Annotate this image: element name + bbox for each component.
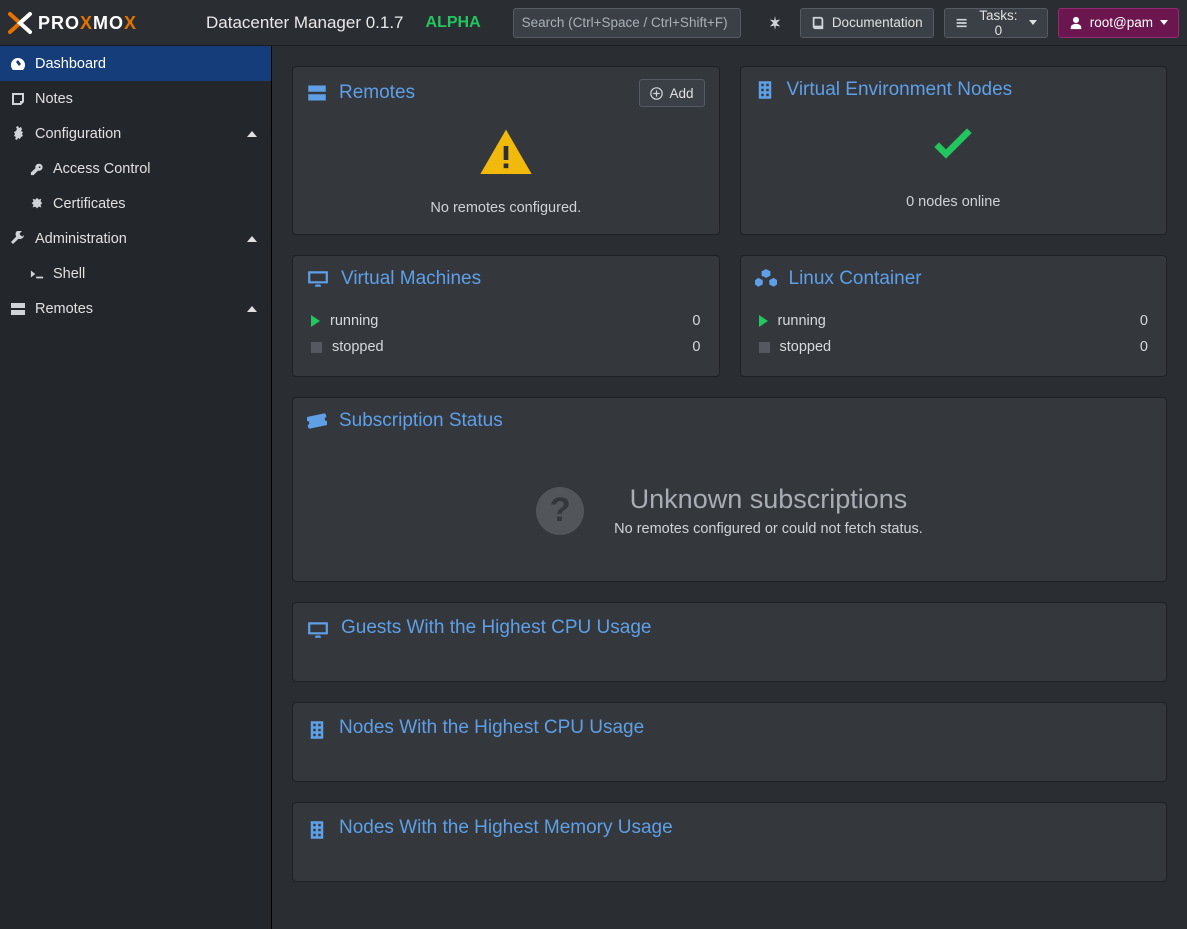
theme-icon-button[interactable] — [761, 8, 790, 38]
panel-virtual-machines: Virtual Machines running 0 stopped 0 — [292, 255, 720, 377]
sidebar-item-shell[interactable]: Shell — [0, 256, 271, 291]
panel-ve-nodes: Virtual Environment Nodes 0 nodes online — [740, 66, 1168, 235]
proxmox-logo: PROXMOX — [8, 0, 188, 46]
content-area: Remotes Add No remotes configured. V — [272, 46, 1187, 929]
chevron-up-icon — [247, 236, 257, 242]
caret-down-icon — [1029, 20, 1037, 25]
sidebar-item-administration[interactable]: Administration — [0, 221, 271, 256]
sidebar-item-label: Configuration — [35, 126, 247, 142]
sidebar-item-dashboard[interactable]: Dashboard — [0, 46, 271, 81]
caret-down-icon — [1160, 20, 1168, 25]
list-icon — [955, 16, 968, 30]
server-icon — [10, 301, 26, 317]
lxc-stopped-row: stopped 0 — [759, 334, 1149, 360]
asterisk-icon — [768, 16, 782, 30]
cubes-icon — [755, 269, 777, 289]
panel-title: Nodes With the Highest CPU Usage — [339, 717, 1152, 739]
lxc-running-row: running 0 — [759, 308, 1149, 334]
play-icon — [759, 315, 768, 327]
desktop-icon — [307, 620, 329, 640]
sidebar: Dashboard Notes Configuration Access Con… — [0, 46, 272, 929]
sidebar-item-notes[interactable]: Notes — [0, 81, 271, 116]
desktop-icon — [307, 269, 329, 289]
panel-message: No remotes configured. — [307, 200, 705, 216]
panel-linux-container: Linux Container running 0 stopped 0 — [740, 255, 1168, 377]
plus-circle-icon — [650, 87, 663, 100]
server-icon — [307, 83, 327, 103]
key-icon — [30, 162, 44, 176]
search-input[interactable] — [513, 8, 741, 38]
panel-title: Virtual Environment Nodes — [787, 79, 1153, 101]
sidebar-item-remotes[interactable]: Remotes — [0, 291, 271, 326]
panel-title: Linux Container — [789, 268, 1153, 290]
tachometer-icon — [10, 56, 26, 72]
header-bar: PROXMOX Datacenter Manager 0.1.7 ALPHA D… — [0, 0, 1187, 46]
building-icon — [755, 80, 775, 100]
user-menu-button[interactable]: root@pam — [1058, 8, 1179, 38]
terminal-icon — [30, 267, 44, 281]
building-icon — [307, 720, 327, 740]
ticket-icon — [307, 411, 327, 431]
panel-message: 0 nodes online — [755, 194, 1153, 210]
panel-title: Guests With the Highest CPU Usage — [341, 617, 1152, 639]
sidebar-item-label: Dashboard — [35, 56, 257, 72]
tasks-button[interactable]: Tasks: 0 — [944, 8, 1048, 38]
panel-remotes: Remotes Add No remotes configured. — [292, 66, 720, 235]
panel-nodes-memory: Nodes With the Highest Memory Usage — [292, 802, 1167, 882]
chevron-up-icon — [247, 306, 257, 312]
panel-title: Nodes With the Highest Memory Usage — [339, 817, 1152, 839]
sidebar-item-label: Access Control — [53, 161, 257, 177]
sidebar-item-label: Shell — [53, 266, 257, 282]
documentation-button[interactable]: Documentation — [800, 8, 934, 38]
stop-icon — [759, 342, 770, 353]
cogs-icon — [10, 126, 26, 142]
wrench-icon — [10, 231, 26, 247]
sidebar-item-label: Administration — [35, 231, 247, 247]
user-icon — [1069, 16, 1083, 30]
app-title: Datacenter Manager 0.1.7 — [206, 13, 404, 33]
sticky-note-icon — [10, 91, 26, 107]
subscription-subtext: No remotes configured or could not fetch… — [614, 521, 923, 537]
vm-running-row: running 0 — [311, 308, 701, 334]
panel-subscription-status: Subscription Status ? Unknown subscripti… — [292, 397, 1167, 582]
chevron-up-icon — [247, 131, 257, 137]
panel-guests-cpu: Guests With the Highest CPU Usage — [292, 602, 1167, 682]
add-remote-button[interactable]: Add — [639, 79, 704, 107]
check-icon — [755, 119, 1153, 180]
panel-title: Remotes — [339, 82, 627, 104]
sidebar-item-certificates[interactable]: Certificates — [0, 186, 271, 221]
question-circle-icon: ? — [536, 487, 584, 535]
warning-icon — [307, 125, 705, 186]
svg-text:PROXMOX: PROXMOX — [38, 13, 137, 33]
play-icon — [311, 315, 320, 327]
stop-icon — [311, 342, 322, 353]
panel-title: Subscription Status — [339, 410, 1152, 432]
panel-nodes-cpu: Nodes With the Highest CPU Usage — [292, 702, 1167, 782]
book-icon — [811, 16, 825, 30]
sidebar-item-label: Remotes — [35, 301, 247, 317]
subscription-headline: Unknown subscriptions — [614, 484, 923, 515]
sidebar-item-label: Certificates — [53, 196, 257, 212]
panel-title: Virtual Machines — [341, 268, 705, 290]
building-icon — [307, 820, 327, 840]
vm-stopped-row: stopped 0 — [311, 334, 701, 360]
certificate-icon — [30, 197, 44, 211]
sidebar-item-label: Notes — [35, 91, 257, 107]
sidebar-item-access-control[interactable]: Access Control — [0, 151, 271, 186]
sidebar-item-configuration[interactable]: Configuration — [0, 116, 271, 151]
alpha-tag: ALPHA — [426, 14, 481, 32]
